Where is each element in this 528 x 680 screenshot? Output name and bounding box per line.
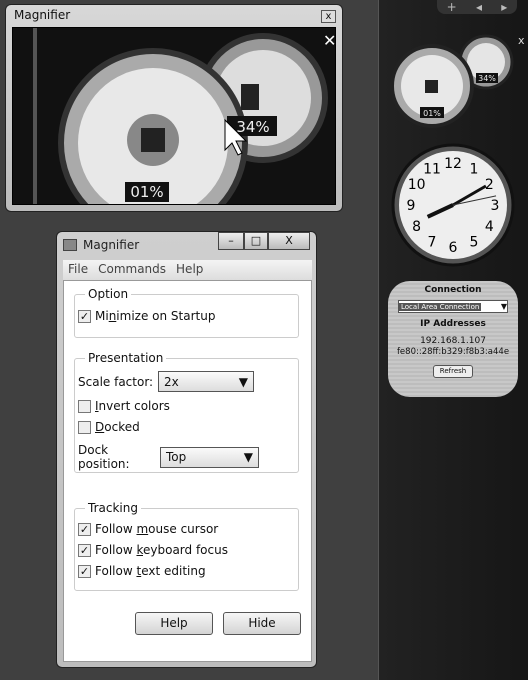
ip-label: IP Addresses bbox=[420, 319, 486, 329]
close-gadget-icon: x bbox=[518, 34, 525, 47]
dock-position-label: Dock position: bbox=[78, 443, 130, 471]
chevron-down-icon: ▼ bbox=[500, 302, 507, 311]
menu-help[interactable]: Help bbox=[171, 260, 208, 280]
gadgets: x 01% 34% 12 12 3 45678 9 1011 bbox=[390, 34, 525, 267]
follow-text-checkbox[interactable]: ✓ Follow text editing bbox=[78, 564, 206, 578]
connection-select[interactable]: Local Area Connection ▼ bbox=[398, 300, 508, 313]
cpu-meter-gadget: 01% 34% bbox=[390, 34, 514, 128]
clock-number: 6 bbox=[449, 240, 458, 256]
docked-checkbox[interactable]: Docked bbox=[78, 420, 140, 434]
memory-readout: 34% bbox=[236, 118, 269, 136]
scale-factor-select[interactable]: 2x ▼ bbox=[158, 371, 254, 392]
chevron-down-icon: ▼ bbox=[238, 374, 248, 389]
memory-value: 34% bbox=[478, 74, 496, 83]
cpu-value: 01% bbox=[423, 109, 441, 118]
menu-commands[interactable]: Commands bbox=[93, 260, 171, 280]
clock-number: 3 bbox=[491, 198, 500, 214]
magnified-area: 01% 34% ✕ bbox=[12, 27, 336, 205]
dialog-title: Magnifier bbox=[83, 238, 140, 252]
menu-bar: File Commands Help bbox=[63, 260, 312, 280]
help-button[interactable]: Help bbox=[135, 612, 213, 635]
refresh-button[interactable]: Refresh bbox=[433, 365, 473, 378]
clock-number: 2 bbox=[485, 177, 494, 193]
clock-number: 8 bbox=[412, 219, 421, 235]
minimize-button[interactable]: – bbox=[218, 232, 244, 250]
clock-number: 12 bbox=[444, 156, 462, 172]
clock-number: 1 bbox=[470, 162, 479, 178]
clock-number: 7 bbox=[428, 234, 437, 250]
ipv4-address: 192.168.1.107 bbox=[420, 336, 486, 346]
clock-number: 5 bbox=[470, 234, 479, 250]
clock-number: 4 bbox=[485, 219, 494, 235]
next-button[interactable]: ▸ bbox=[501, 0, 507, 14]
sidebar-controls: + ◂ ▸ bbox=[437, 0, 517, 14]
cpu-readout: 01% bbox=[130, 183, 163, 201]
window-title: Magnifier bbox=[14, 8, 71, 22]
minimize-on-startup-checkbox[interactable]: ✓ Minimize on Startup bbox=[78, 309, 215, 323]
dialog-client: Option ✓ Minimize on Startup Presentation… bbox=[63, 280, 312, 662]
magnifier-app-icon bbox=[63, 239, 77, 251]
scale-factor-label: Scale factor: bbox=[78, 374, 154, 389]
follow-keyboard-checkbox[interactable]: ✓ Follow keyboard focus bbox=[78, 543, 228, 557]
follow-mouse-checkbox[interactable]: ✓ Follow mouse cursor bbox=[78, 522, 218, 536]
clock-number: 9 bbox=[407, 198, 416, 214]
add-gadget-button[interactable]: + bbox=[447, 0, 457, 14]
clock-number: 10 bbox=[408, 177, 426, 193]
magnifier-dialog: Magnifier – □ X File Commands Help Optio… bbox=[56, 231, 317, 668]
dock-position-select[interactable]: Top ▼ bbox=[160, 446, 259, 468]
menu-file[interactable]: File bbox=[63, 260, 93, 280]
close-button[interactable]: X bbox=[268, 232, 310, 250]
connection-title: Connection bbox=[424, 285, 482, 295]
hide-button[interactable]: Hide bbox=[223, 612, 301, 635]
close-button[interactable]: x bbox=[321, 10, 336, 23]
network-gadget: Connection Local Area Connection ▼ IP Add… bbox=[388, 281, 518, 397]
maximize-button[interactable]: □ bbox=[244, 232, 268, 250]
close-gadget-icon: ✕ bbox=[323, 31, 336, 50]
invert-colors-checkbox[interactable]: Invert colors bbox=[78, 399, 170, 413]
ipv6-address: fe80::28ff:b329:f8b3:a44e bbox=[396, 347, 510, 357]
clock-gadget: 12 12 3 45678 9 1011 bbox=[391, 143, 515, 267]
magnifier-view-window: Magnifier x 01% 34% ✕ bbox=[5, 4, 343, 212]
chevron-down-icon: ▼ bbox=[243, 450, 253, 464]
prev-button[interactable]: ◂ bbox=[476, 0, 482, 14]
clock-number: 11 bbox=[423, 162, 441, 178]
